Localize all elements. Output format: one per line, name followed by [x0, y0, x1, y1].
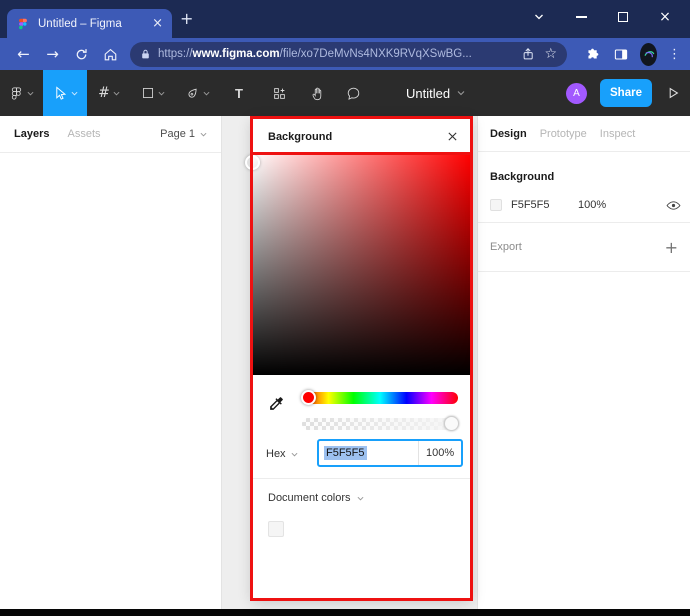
tab-prototype[interactable]: Prototype: [540, 128, 587, 140]
pen-tool-button[interactable]: [175, 70, 219, 116]
present-button[interactable]: [665, 85, 681, 101]
background-opacity-value[interactable]: 100%: [578, 199, 606, 211]
export-section-title: Export: [490, 241, 522, 253]
tab-close-icon[interactable]: ×: [152, 17, 163, 30]
tab-title: Untitled – Figma: [38, 18, 152, 30]
chevron-down-icon: [200, 131, 207, 138]
color-picker-title: Background: [268, 131, 332, 143]
hex-input-field[interactable]: F5F5F5 100%: [317, 439, 463, 467]
move-tool-button[interactable]: [43, 70, 87, 116]
figma-main-menu-button[interactable]: [0, 70, 43, 116]
reload-button[interactable]: [67, 47, 96, 62]
background-color-row: F5F5F5 100%: [490, 198, 681, 212]
text-tool-button[interactable]: T: [219, 70, 259, 116]
side-panel-icon[interactable]: [613, 47, 629, 62]
browser-profile-avatar[interactable]: [640, 43, 657, 66]
share-button[interactable]: Share: [600, 79, 652, 107]
alpha-gradient-overlay: [302, 418, 458, 430]
window-close-button[interactable]: ×: [644, 3, 686, 31]
file-name: Untitled: [406, 86, 450, 101]
eyedropper-icon[interactable]: [268, 395, 285, 412]
background-section: Background F5F5F5 100%: [478, 152, 690, 223]
frame-tool-button[interactable]: #: [87, 70, 131, 116]
background-section-title: Background: [490, 171, 554, 183]
resources-tool-button[interactable]: [259, 70, 299, 116]
layers-panel: Layers Assets Page 1: [0, 116, 222, 609]
background-hex-value[interactable]: F5F5F5: [511, 199, 550, 211]
tab-layers[interactable]: Layers: [14, 128, 49, 140]
browser-titlebar: Untitled – Figma × + ×: [0, 0, 690, 38]
browser-menu-icon[interactable]: ⋮: [668, 47, 681, 62]
hue-slider[interactable]: [302, 392, 458, 404]
document-colors-dropdown[interactable]: Document colors: [268, 492, 364, 504]
page-selector[interactable]: Page 1: [160, 128, 207, 140]
comment-bubble-icon: [346, 86, 361, 101]
properties-panel: Design Prototype Inspect Background F5F5…: [477, 116, 690, 609]
chevron-down-icon: [158, 90, 165, 97]
chevron-down-icon: [27, 90, 34, 97]
figma-favicon-icon: [16, 17, 30, 31]
hand-tool-button[interactable]: [299, 70, 335, 116]
frame-hash-icon: #: [98, 85, 110, 101]
comment-tool-button[interactable]: [335, 70, 371, 116]
user-avatar[interactable]: A: [566, 83, 587, 104]
document-color-swatch[interactable]: [268, 521, 284, 537]
browser-window: Untitled – Figma × + × ← → https://www.f…: [0, 0, 690, 616]
tab-assets[interactable]: Assets: [67, 128, 100, 140]
maximize-button[interactable]: [602, 3, 644, 31]
shape-tool-button[interactable]: [131, 70, 175, 116]
document-colors-label: Document colors: [268, 492, 351, 504]
hex-mode-dropdown[interactable]: Hex: [266, 448, 298, 460]
close-icon[interactable]: [447, 131, 458, 142]
url-text: https://www.figma.com/file/xo7DeMvNs4NXK…: [158, 48, 512, 60]
extensions-puzzle-icon[interactable]: [585, 47, 600, 62]
window-controls: ×: [518, 2, 686, 32]
color-swatch[interactable]: [490, 199, 502, 211]
new-tab-button[interactable]: +: [180, 11, 193, 27]
color-selector-ring[interactable]: [245, 155, 260, 170]
cursor-icon: [52, 85, 68, 101]
minimize-button[interactable]: [560, 3, 602, 31]
visibility-eye-icon[interactable]: [666, 200, 681, 211]
dialog-divider: [252, 478, 471, 479]
hex-value-text[interactable]: F5F5F5: [324, 446, 367, 460]
hue-slider-knob[interactable]: [301, 390, 316, 405]
bookmark-star-icon[interactable]: ☆: [544, 46, 557, 62]
chevron-down-icon: [291, 451, 298, 458]
hand-icon: [310, 86, 325, 101]
window-menu-chevron-icon[interactable]: [518, 3, 560, 31]
opacity-input[interactable]: 100%: [419, 447, 461, 459]
home-button[interactable]: [96, 47, 125, 62]
browser-addressbar: ← → https://www.figma.com/file/xo7DeMvNs…: [0, 38, 690, 70]
export-section: Export +: [478, 223, 690, 272]
window-bottom-edge: [0, 609, 690, 616]
chevron-down-icon: [203, 90, 210, 97]
page-label: Page 1: [160, 128, 195, 140]
browser-tab[interactable]: Untitled – Figma ×: [7, 9, 172, 38]
file-name-menu[interactable]: Untitled: [406, 70, 465, 116]
add-export-button[interactable]: +: [665, 238, 678, 257]
components-icon: [272, 86, 287, 101]
figma-toolbar: # T Untitled: [0, 70, 690, 116]
chevron-down-icon: [357, 495, 364, 502]
back-button[interactable]: ←: [9, 47, 38, 62]
chevron-down-icon: [457, 89, 465, 97]
chevron-down-icon: [113, 90, 120, 97]
text-tool-icon: T: [235, 86, 243, 101]
address-bar-input[interactable]: https://www.figma.com/file/xo7DeMvNs4NXK…: [130, 42, 567, 67]
lock-icon: [140, 48, 151, 61]
hex-mode-label: Hex: [266, 448, 286, 460]
alpha-slider[interactable]: [302, 418, 458, 430]
color-picker-dialog: Background Hex F5F5F5: [252, 118, 471, 599]
saturation-brightness-field[interactable]: [252, 155, 471, 375]
share-page-icon[interactable]: [521, 47, 535, 61]
forward-button[interactable]: →: [38, 47, 67, 62]
chevron-down-icon: [71, 90, 78, 97]
tab-design[interactable]: Design: [490, 128, 527, 140]
pen-icon: [185, 86, 200, 101]
alpha-slider-knob[interactable]: [444, 416, 459, 431]
rectangle-icon: [141, 86, 155, 100]
tab-inspect[interactable]: Inspect: [600, 128, 635, 140]
play-icon: [665, 85, 681, 101]
